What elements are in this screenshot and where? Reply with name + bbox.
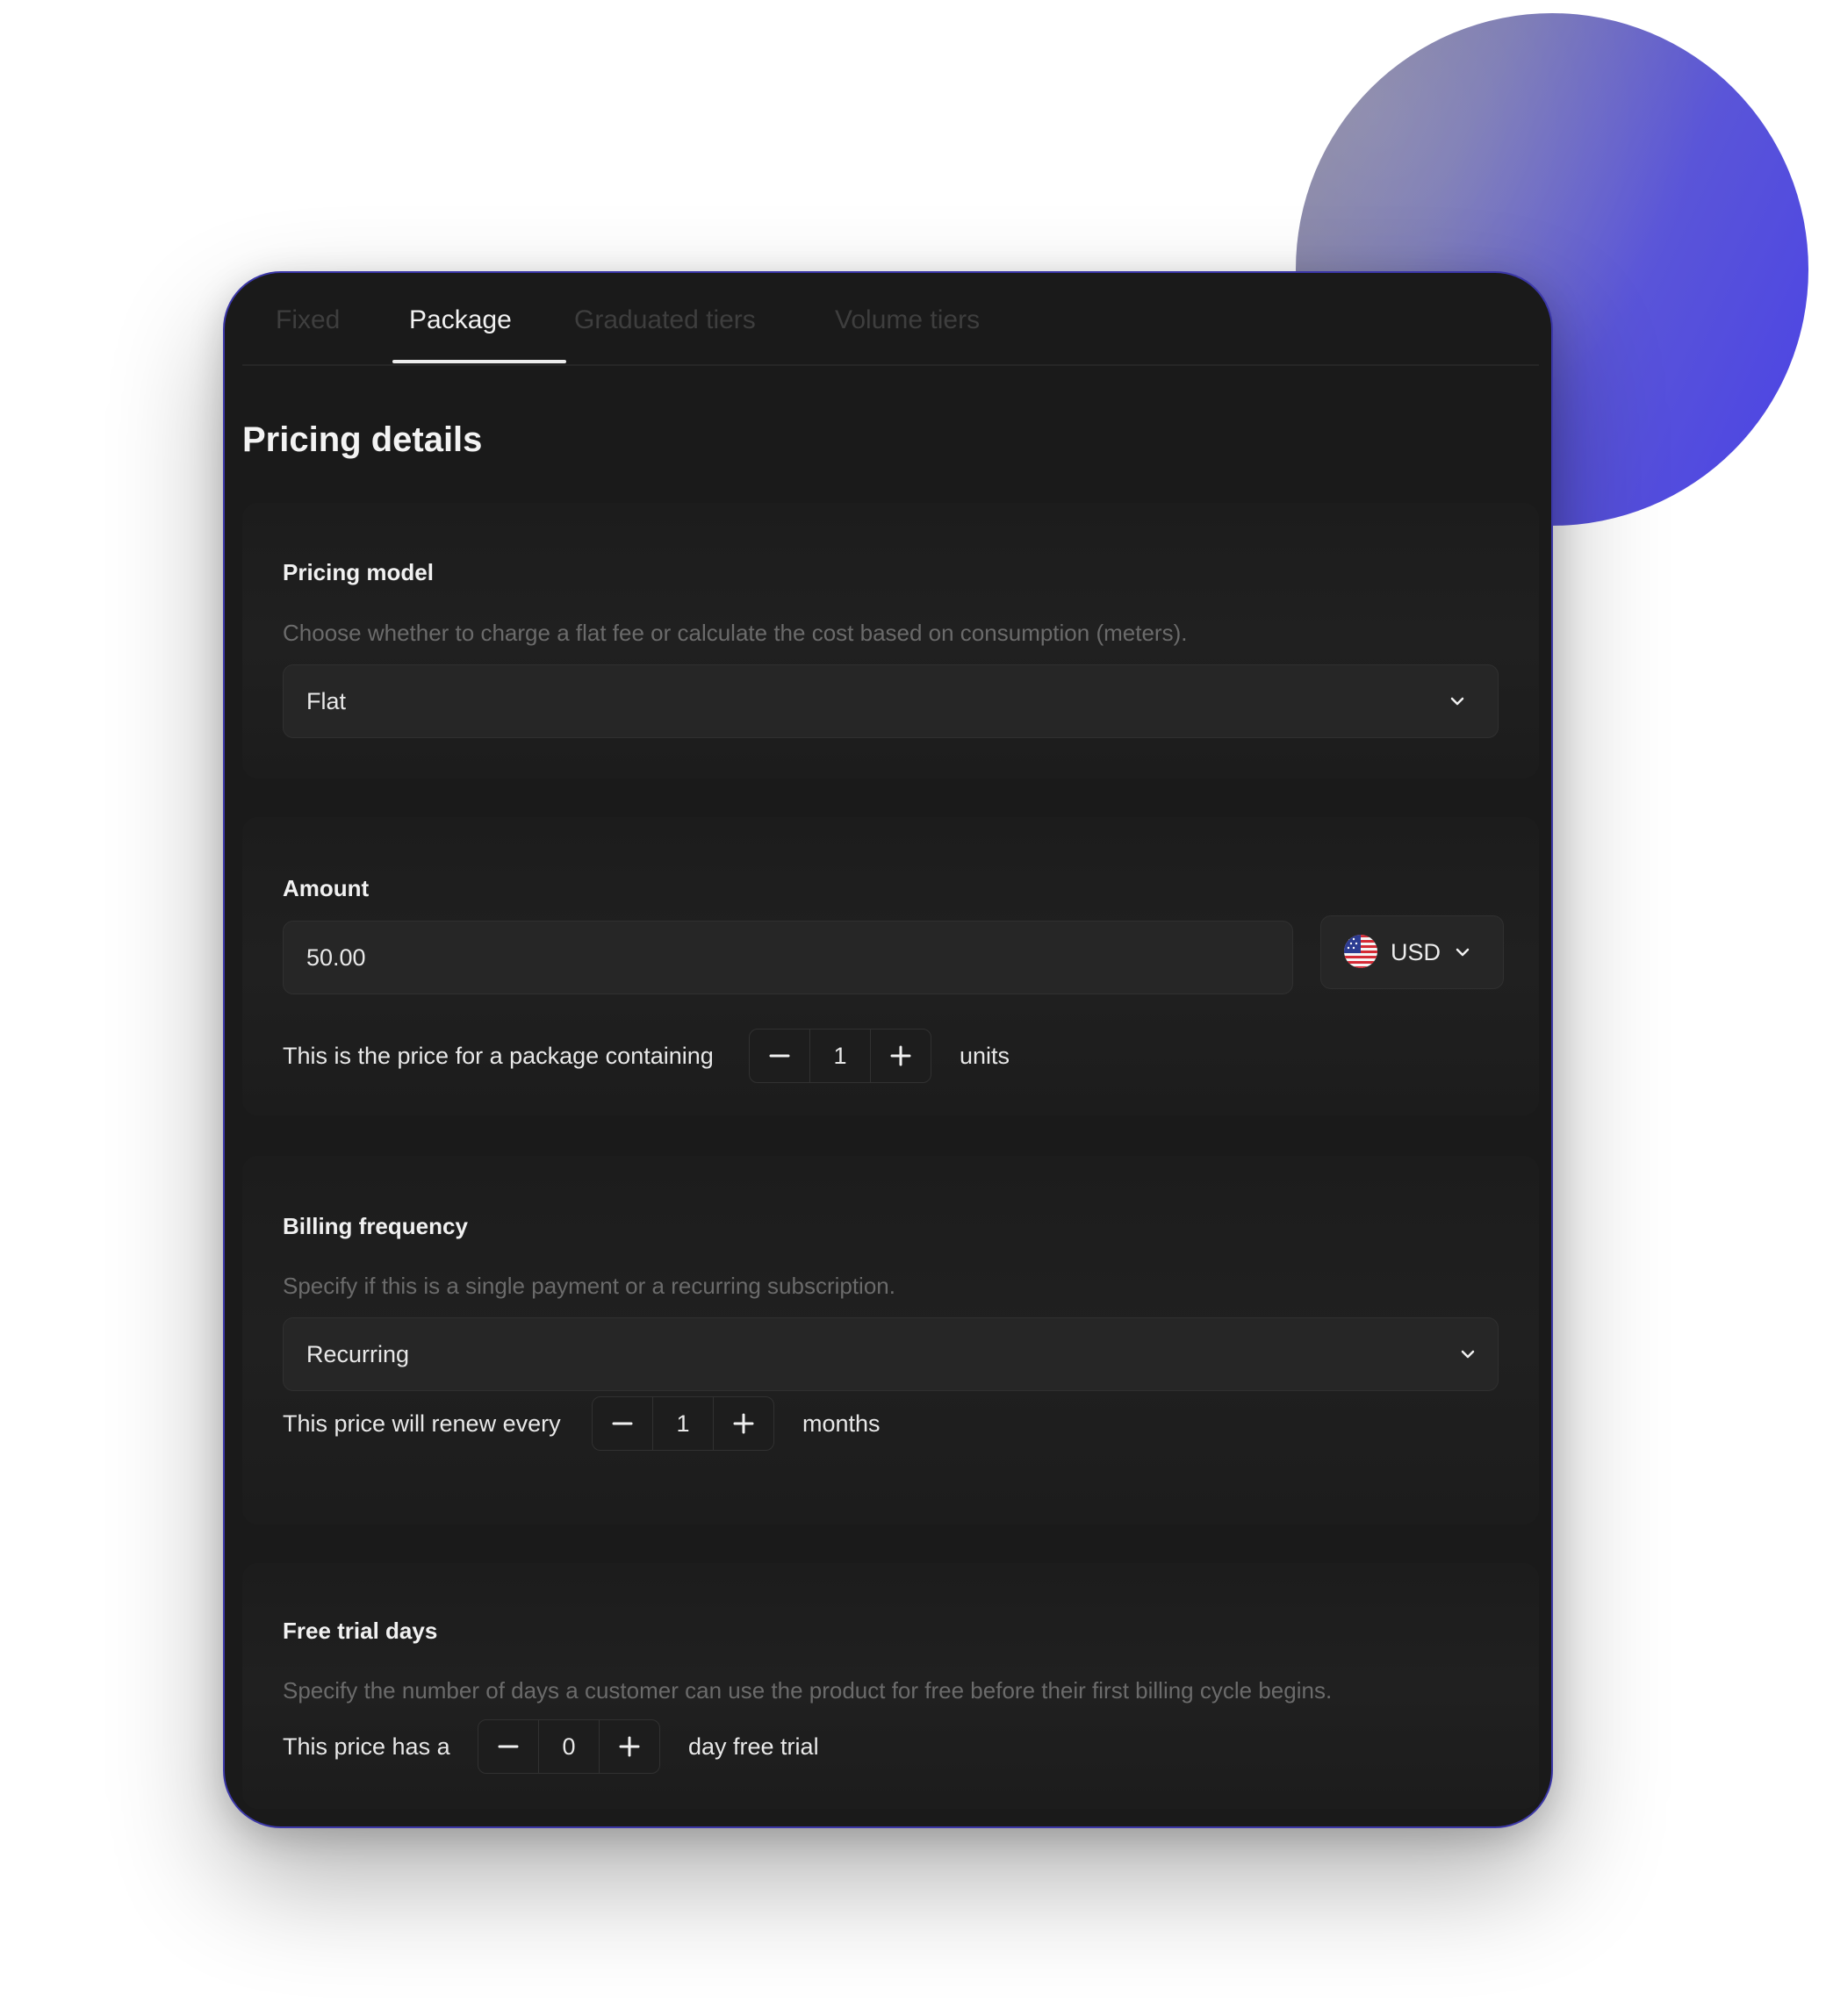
tab-graduated-tiers[interactable]: Graduated tiers <box>574 303 756 338</box>
billing-frequency-label: Billing frequency <box>283 1213 468 1239</box>
trial-days-value[interactable]: 0 <box>538 1720 600 1773</box>
amount-section: Amount 50.00 USD This is the price for a… <box>242 817 1539 1116</box>
pricing-model-label: Pricing model <box>283 559 434 585</box>
chevron-down-icon <box>1450 697 1464 706</box>
minus-icon <box>612 1422 633 1425</box>
billing-frequency-selected-value: Recurring <box>306 1341 410 1367</box>
chevron-down-icon <box>1461 1350 1475 1359</box>
currency-select[interactable]: USD <box>1320 915 1504 989</box>
plus-icon <box>619 1736 640 1757</box>
free-trial-description: Specify the number of days a customer ca… <box>283 1677 1333 1704</box>
trial-days-stepper[interactable]: 0 <box>478 1719 660 1774</box>
free-trial-section: Free trial days Specify the number of da… <box>242 1563 1539 1809</box>
decrement-button[interactable] <box>593 1397 652 1450</box>
free-trial-label: Free trial days <box>283 1618 438 1644</box>
decrement-button[interactable] <box>750 1030 809 1082</box>
pricing-model-section: Pricing model Choose whether to charge a… <box>242 503 1539 778</box>
active-tab-indicator <box>392 360 566 363</box>
renew-interval-value[interactable]: 1 <box>652 1397 714 1450</box>
package-text-prefix: This is the price for a package containi… <box>283 1043 714 1069</box>
us-flag-icon <box>1344 935 1377 968</box>
amount-label: Amount <box>283 875 370 901</box>
decrement-button[interactable] <box>478 1720 538 1773</box>
increment-button[interactable] <box>600 1720 659 1773</box>
pricing-type-tabs: Fixed Package Graduated tiers Volume tie… <box>242 273 1539 366</box>
billing-frequency-description: Specify if this is a single payment or a… <box>283 1273 895 1299</box>
minus-icon <box>769 1054 790 1058</box>
renew-interval-stepper[interactable]: 1 <box>592 1396 774 1451</box>
currency-code: USD <box>1391 939 1441 965</box>
pricing-model-selected-value: Flat <box>306 688 347 714</box>
page-title: Pricing details <box>242 420 483 459</box>
renew-text-prefix: This price will renew every <box>283 1410 561 1437</box>
increment-button[interactable] <box>714 1397 773 1450</box>
minus-icon <box>498 1745 519 1748</box>
pricing-model-description: Choose whether to charge a flat fee or c… <box>283 620 1188 646</box>
tab-fixed[interactable]: Fixed <box>276 303 340 338</box>
billing-frequency-section: Billing frequency Specify if this is a s… <box>242 1156 1539 1525</box>
pricing-card: Fixed Package Graduated tiers Volume tie… <box>223 271 1553 1828</box>
tab-package[interactable]: Package <box>409 303 512 338</box>
plus-icon <box>733 1413 754 1434</box>
billing-frequency-select[interactable]: Recurring <box>283 1317 1499 1391</box>
tab-volume-tiers[interactable]: Volume tiers <box>835 303 980 338</box>
trial-text-prefix: This price has a <box>283 1733 450 1760</box>
renew-text-suffix: months <box>802 1410 881 1437</box>
package-text-suffix: units <box>960 1043 1010 1069</box>
increment-button[interactable] <box>871 1030 931 1082</box>
plus-icon <box>890 1045 911 1066</box>
package-units-value[interactable]: 1 <box>809 1030 871 1082</box>
amount-value: 50.00 <box>306 944 366 971</box>
package-units-stepper[interactable]: 1 <box>749 1029 931 1083</box>
amount-input[interactable]: 50.00 <box>283 921 1293 994</box>
pricing-model-select[interactable]: Flat <box>283 664 1499 738</box>
trial-text-suffix: day free trial <box>688 1733 819 1760</box>
chevron-down-icon <box>1456 948 1470 957</box>
